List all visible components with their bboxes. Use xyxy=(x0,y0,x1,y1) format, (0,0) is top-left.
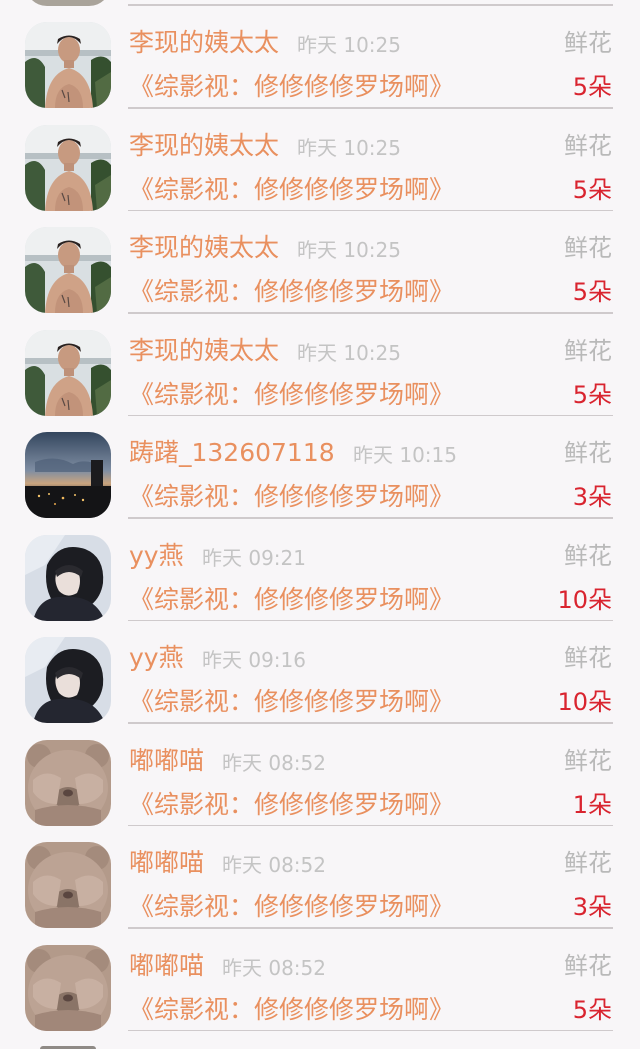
timestamp: 昨天 09:16 xyxy=(202,648,306,672)
timestamp: 昨天 08:52 xyxy=(222,750,326,775)
username[interactable]: 嘟嘟喵 xyxy=(129,745,204,777)
shirtless-man-avatar[interactable] xyxy=(25,227,111,313)
list-item[interactable]: yy燕 昨天 09:21 鲜花 《综影视：修修修修罗场啊》 10朵 xyxy=(0,519,640,621)
list-item[interactable]: 嘟嘟喵 昨天 08:52 鲜花 《综影视：修修修修罗场啊》 3朵 xyxy=(0,826,640,929)
list-item[interactable]: 李现的姨太太 昨天 10:25 鲜花 《综影视：修修修修罗场啊》 5朵 xyxy=(0,314,640,416)
list-item[interactable]: 踌躇_132607118 昨天 10:15 鲜花 《综影视：修修修修罗场啊》 3… xyxy=(0,416,640,519)
teddy-bear-avatar[interactable] xyxy=(25,739,111,826)
gift-type-label: 鲜花 xyxy=(564,439,612,467)
list-item[interactable]: 李现的姨太太 昨天 10:25 鲜花 《综影视：修修修修罗场啊》 5朵 xyxy=(0,109,640,211)
list-item[interactable]: 李现的姨太太 昨天 10:25 鲜花 《综影视：修修修修罗场啊》 5朵 xyxy=(0,6,640,109)
gift-record-list: 李现的姨太太 昨天 10:25 鲜花 《综影视：修修修修罗场啊》 5朵 李现的姨… xyxy=(0,0,640,1049)
row-divider xyxy=(128,1029,613,1031)
gift-count: 1朵 xyxy=(572,790,612,819)
book-title[interactable]: 《综影视：修修修修罗场啊》 xyxy=(129,686,454,718)
gift-type-label: 鲜花 xyxy=(564,849,612,877)
shirtless-man-avatar[interactable] xyxy=(25,22,111,108)
book-title[interactable]: 《综影视：修修修修罗场啊》 xyxy=(129,789,454,821)
username[interactable]: 李现的姨太太 xyxy=(129,130,279,162)
shirtless-man-avatar[interactable] xyxy=(25,329,111,416)
book-title[interactable]: 《综影视：修修修修罗场啊》 xyxy=(129,584,454,616)
username[interactable]: yy燕 xyxy=(129,642,184,674)
gift-count: 5朵 xyxy=(572,175,612,204)
book-title[interactable]: 《综影视：修修修修罗场啊》 xyxy=(129,994,454,1026)
gift-type-label: 鲜花 xyxy=(564,541,612,570)
username[interactable]: 嘟嘟喵 xyxy=(129,847,204,879)
night-city-avatar[interactable] xyxy=(25,432,111,518)
username[interactable]: 嘟嘟喵 xyxy=(129,950,204,982)
timestamp: 昨天 10:25 xyxy=(297,33,401,57)
gift-count: 5朵 xyxy=(572,278,612,306)
book-title[interactable]: 《综影视：修修修修罗场啊》 xyxy=(129,174,454,206)
gift-count: 5朵 xyxy=(572,380,612,409)
book-title[interactable]: 《综影视：修修修修罗场啊》 xyxy=(129,71,454,103)
gift-count: 10朵 xyxy=(557,585,612,614)
gift-count: 3朵 xyxy=(572,893,612,921)
gift-count: 5朵 xyxy=(572,73,612,101)
gift-count: 10朵 xyxy=(557,688,612,716)
hooded-person-avatar[interactable] xyxy=(25,637,111,723)
list-item[interactable]: 李现的姨太太 昨天 10:25 鲜花 《综影视：修修修修罗场啊》 5朵 xyxy=(0,211,640,314)
timestamp: 昨天 10:25 xyxy=(297,340,401,365)
username[interactable]: 李现的姨太太 xyxy=(129,27,279,59)
gift-count: 3朵 xyxy=(572,483,612,511)
book-title[interactable]: 《综影视：修修修修罗场啊》 xyxy=(129,891,454,923)
list-item[interactable]: 嘟嘟喵 昨天 08:52 鲜花 《综影视：修修修修罗场啊》 1朵 xyxy=(0,724,640,826)
timestamp: 昨天 10:15 xyxy=(353,443,457,467)
gift-type-label: 鲜花 xyxy=(564,29,612,57)
timestamp: 昨天 10:25 xyxy=(297,135,401,160)
username[interactable]: 踌躇_132607118 xyxy=(129,437,335,469)
teddy-bear-avatar[interactable] xyxy=(25,944,111,1031)
timestamp: 昨天 09:21 xyxy=(202,545,306,570)
timestamp: 昨天 08:52 xyxy=(222,955,326,980)
book-title[interactable]: 《综影视：修修修修罗场啊》 xyxy=(129,276,454,308)
list-item[interactable]: yy燕 昨天 09:16 鲜花 《综影视：修修修修罗场啊》 10朵 xyxy=(0,621,640,724)
gift-type-label: 鲜花 xyxy=(564,951,612,980)
timestamp: 昨天 10:25 xyxy=(297,238,401,262)
gift-type-label: 鲜花 xyxy=(564,131,612,160)
username[interactable]: 李现的姨太太 xyxy=(129,335,279,367)
book-title[interactable]: 《综影视：修修修修罗场啊》 xyxy=(129,379,454,411)
list-item[interactable]: 嘟嘟喵 昨天 08:52 鲜花 《综影视：修修修修罗场啊》 5朵 xyxy=(0,929,640,1031)
timestamp: 昨天 08:52 xyxy=(222,853,326,877)
gift-type-label: 鲜花 xyxy=(564,336,612,365)
gift-count: 5朵 xyxy=(572,995,612,1024)
gift-type-label: 鲜花 xyxy=(564,644,612,672)
gift-type-label: 鲜花 xyxy=(564,234,612,262)
teddy-bear-avatar[interactable] xyxy=(25,842,111,928)
gift-type-label: 鲜花 xyxy=(564,746,612,775)
shirtless-man-avatar[interactable] xyxy=(25,124,111,211)
username[interactable]: yy燕 xyxy=(129,540,184,572)
username[interactable]: 李现的姨太太 xyxy=(129,232,279,264)
hooded-person-avatar[interactable] xyxy=(25,534,111,621)
book-title[interactable]: 《综影视：修修修修罗场啊》 xyxy=(129,481,454,513)
